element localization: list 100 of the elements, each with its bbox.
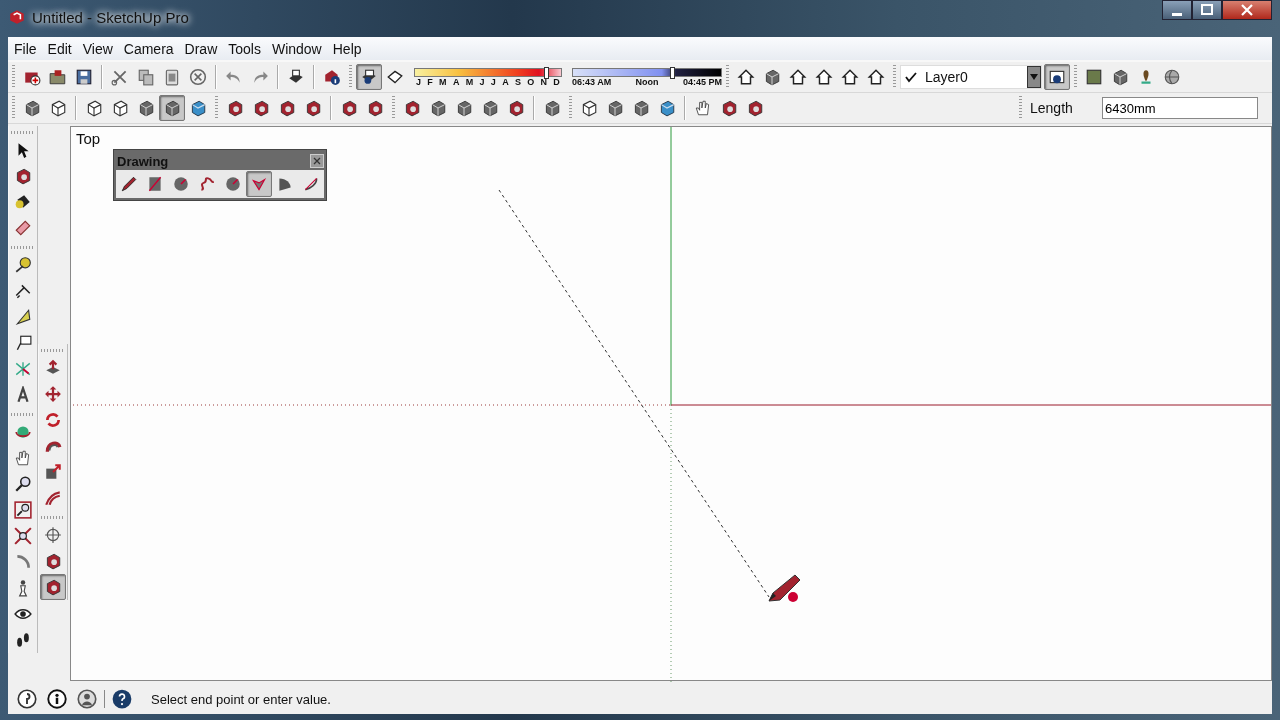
drawing-canvas[interactable]: Top Drawing: [70, 126, 1272, 681]
wireframe-cube-icon: [49, 99, 67, 117]
slider-thumb[interactable]: [670, 66, 676, 79]
month-label: O: [527, 76, 535, 87]
text-label-icon: [14, 334, 32, 352]
house-icon: [867, 68, 885, 86]
minimize-button[interactable]: [1162, 0, 1192, 20]
menu-item[interactable]: View: [78, 40, 120, 57]
maximize-icon: [1201, 4, 1213, 16]
cube-icon: [632, 99, 650, 117]
window-title: Untitled - SketchUp Pro: [32, 8, 189, 26]
measurement-field[interactable]: 6430mm: [1102, 97, 1258, 119]
slider-thumb[interactable]: [544, 66, 550, 79]
menu-item[interactable]: Window: [267, 40, 329, 57]
status-message: Select end point or enter value.: [151, 691, 331, 707]
house-icon: [737, 68, 755, 86]
month-label: S: [514, 76, 521, 87]
close-button[interactable]: [1222, 0, 1272, 20]
squiggle-icon: [198, 175, 216, 193]
pencil-icon: [120, 175, 138, 193]
menu-item[interactable]: File: [10, 40, 44, 57]
month-label: D: [553, 76, 560, 87]
protractor-icon: [14, 308, 32, 326]
info-icon: [323, 68, 341, 86]
geo-location-icon[interactable]: [17, 689, 37, 709]
month-slider[interactable]: [414, 67, 562, 77]
month-label: N: [540, 76, 548, 87]
layer-manager-button[interactable]: [1044, 64, 1070, 90]
layer-name: Layer0: [925, 69, 969, 85]
textured-cube-icon: [189, 99, 207, 117]
month-label: M: [465, 76, 474, 87]
minimize-icon: [1172, 12, 1182, 16]
menu-item[interactable]: Edit: [43, 40, 79, 57]
time-label: 04:45 PM: [682, 76, 722, 87]
wireframe-cube-icon: [85, 99, 103, 117]
menu-item[interactable]: Camera: [119, 40, 181, 57]
cube-icon: [455, 99, 473, 117]
arc-icon: [302, 175, 320, 193]
month-label: M: [439, 76, 447, 87]
cube-icon: [163, 99, 181, 117]
zoom-extents-icon: [14, 527, 32, 545]
house-icon: [815, 68, 833, 86]
time-label: Noon: [635, 76, 659, 87]
maximize-button[interactable]: [1192, 0, 1222, 20]
month-label: A: [452, 76, 460, 87]
month-label: F: [427, 76, 433, 87]
footprints-icon: [14, 631, 32, 649]
cross-circle-icon: [189, 68, 207, 86]
pencil-cursor-icon: [768, 574, 801, 602]
user-icon[interactable]: [77, 689, 97, 709]
move-icon: [44, 385, 62, 403]
scissors-icon: [111, 68, 129, 86]
dimension-icon: [14, 282, 32, 300]
app-logo-icon: [8, 8, 26, 26]
month-label: A: [502, 76, 509, 87]
measurement-label: Length: [1029, 100, 1074, 116]
cube-icon: [429, 99, 447, 117]
cube-icon: [137, 99, 155, 117]
time-label: 06:43 AM: [572, 76, 612, 87]
toolbar-title: Drawing: [116, 153, 169, 169]
folder-icon: [49, 68, 67, 86]
axes-icon: [14, 360, 32, 378]
scale-icon: [44, 463, 62, 481]
view-label: Top: [76, 130, 101, 147]
menu-item[interactable]: Draw: [180, 40, 225, 57]
tape-measure-icon: [14, 256, 32, 274]
month-label: J: [479, 76, 485, 87]
menu-item[interactable]: Help: [328, 40, 369, 57]
offset-icon: [44, 489, 62, 507]
rectangle-icon: [146, 175, 164, 193]
time-slider[interactable]: [572, 67, 722, 77]
cube-icon: [23, 99, 41, 117]
rotate-icon: [44, 411, 62, 429]
cube-icon: [606, 99, 624, 117]
cube-icon: [543, 99, 561, 117]
eraser-icon: [14, 219, 32, 237]
month-label: J: [416, 76, 421, 87]
house-icon: [841, 68, 859, 86]
tool-button[interactable]: [40, 574, 66, 600]
section-plane-icon: [44, 526, 62, 544]
copy-icon: [137, 68, 155, 86]
hand-icon: [14, 449, 32, 467]
help-icon[interactable]: [112, 689, 132, 709]
credits-icon[interactable]: [47, 689, 67, 709]
house-icon: [789, 68, 807, 86]
menu-item[interactable]: Tools: [224, 40, 268, 57]
zoom-window-icon: [14, 501, 32, 519]
wireframe-cube-icon: [111, 99, 129, 117]
circle-icon: [172, 175, 190, 193]
month-label: J: [490, 76, 496, 87]
circle-icon: [224, 175, 242, 193]
wireframe-cube-icon: [580, 99, 598, 117]
layer-dropdown[interactable]: Layer0: [900, 65, 1042, 89]
cube-icon: [481, 99, 499, 117]
tool-button[interactable]: [356, 64, 382, 90]
textured-cube-icon: [658, 99, 676, 117]
globe-icon: [1163, 68, 1181, 86]
magnifier-icon: [14, 475, 32, 493]
cube-icon: [1111, 68, 1129, 86]
orbit-icon: [14, 423, 32, 441]
